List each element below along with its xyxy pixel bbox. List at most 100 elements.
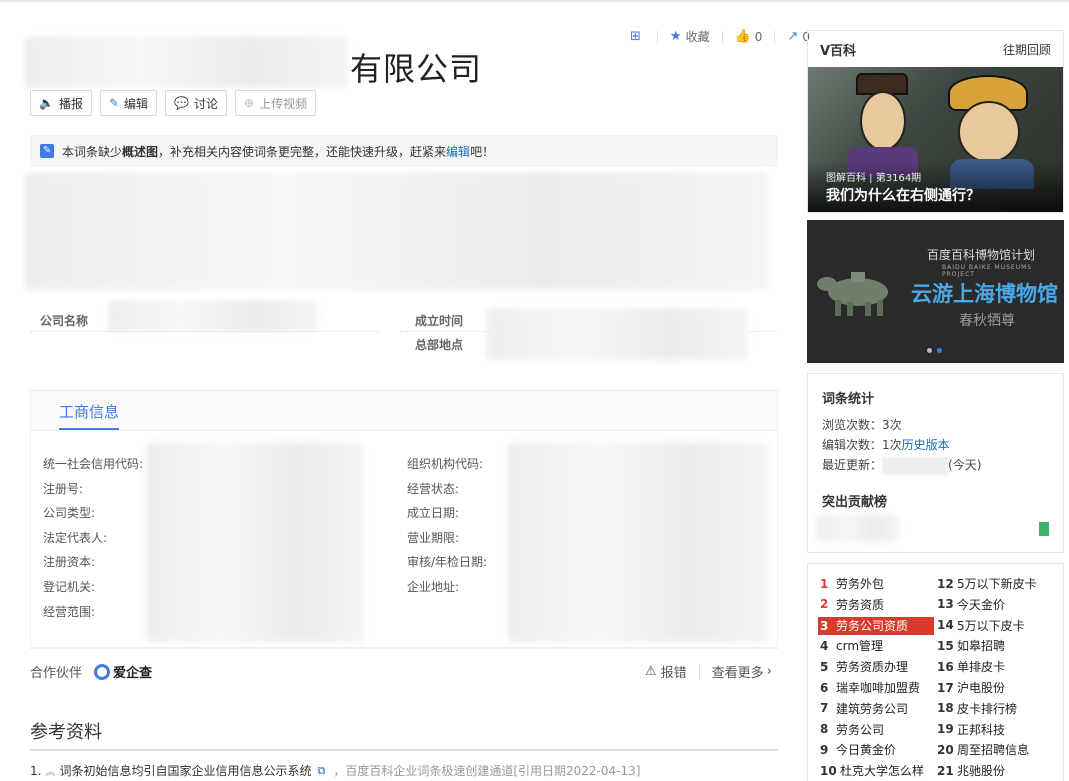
report-more-row: ⚠ 报错 查看更多 › [645, 662, 772, 681]
hot-rank-number: 14 [937, 618, 954, 633]
chevron-right-icon: › [766, 664, 772, 679]
carousel-dot-active[interactable] [937, 348, 942, 353]
hot-search-item[interactable]: 21 兆驰股份 [937, 762, 1005, 779]
upload-video-label: 上传视频 [259, 96, 308, 111]
edit-pen-icon: ✎ [40, 144, 54, 158]
collect-button[interactable]: ★ 收藏 [670, 28, 710, 45]
carousel-dot[interactable] [927, 348, 932, 353]
blurred-contributor [816, 514, 900, 542]
discuss-button[interactable]: 💬 讨论 [165, 90, 228, 116]
hot-search-item[interactable]: 15 如皋招聘 [937, 637, 1005, 654]
hot-search-term: 正邦科技 [957, 722, 1006, 737]
biz-left-label: 登记机关: [43, 580, 96, 594]
hot-search-item[interactable]: 14 5万以下皮卡 [937, 617, 1025, 634]
chevron-up-icon[interactable]: ︽ [45, 763, 55, 778]
entry-actions: ⊞ ★ 收藏 👍 0 ↗ 0 [630, 28, 822, 45]
hot-search-item[interactable]: 16 单排皮卡 [937, 658, 1005, 675]
vbaike-panel: V百科 往期回顾 图解百科 | 第3164期 我们为什么在右侧通行？ [807, 30, 1064, 213]
like-button[interactable]: 👍 0 [735, 29, 763, 44]
vbaike-issue-label: 图解百科 | 第3164期 [826, 173, 922, 184]
stats-title: 词条统计 [822, 392, 875, 407]
bookmark-icon[interactable] [1039, 522, 1049, 536]
discuss-label: 讨论 [194, 96, 219, 111]
aiqicha-logo[interactable]: 爱企查 [94, 662, 152, 681]
hot-search-term: 5万以下皮卡 [957, 618, 1025, 633]
hot-search-item[interactable]: 3 劳务公司资质 [818, 616, 934, 635]
hot-search-item[interactable]: 2 劳务资质 [820, 596, 884, 613]
vbaike-video-thumbnail[interactable]: 图解百科 | 第3164期 我们为什么在右侧通行？ [808, 67, 1063, 212]
divider [698, 664, 700, 679]
hot-rank-number: 16 [937, 659, 954, 674]
history-versions-link[interactable]: 历史版本 [902, 438, 950, 452]
hot-search-item[interactable]: 10 杜克大学怎么样 [820, 762, 924, 779]
character-left [860, 91, 906, 151]
hot-search-term: 劳务公司资质 [836, 619, 909, 634]
hq-label: 总部地点 [415, 338, 464, 352]
hot-search-item[interactable]: 5 劳务资质办理 [820, 658, 908, 675]
hot-rank-number: 1 [820, 576, 829, 591]
divider [656, 30, 658, 43]
museum-title: 云游上海博物馆 [911, 282, 1058, 306]
hot-search-item[interactable]: 12 5万以下新皮卡 [937, 575, 1037, 592]
hot-search-item[interactable]: 13 今天金价 [937, 596, 1005, 613]
notice-text-pre: 本词条缺少 [62, 144, 123, 159]
notice-edit-link[interactable]: 编辑 [446, 143, 470, 160]
biz-right-label: 营业期限: [407, 530, 460, 545]
museum-banner[interactable]: 百度百科博物馆计划 BAIDU BAIKE MUSEUMS PROJECT 云游… [807, 220, 1064, 363]
external-link-icon[interactable]: ⧉ [317, 764, 325, 778]
hot-rank-number: 13 [937, 597, 954, 612]
play-button[interactable]: 🔈 播报 [30, 90, 92, 116]
entry-stats-panel: 词条统计 浏览次数：3次 编辑次数：1次历史版本 最近更新： (今天) 突出贡献榜 [807, 373, 1064, 553]
views-label: 浏览次数： [822, 418, 883, 432]
view-more-link[interactable]: 查看更多 [712, 662, 764, 681]
add-button[interactable]: ⊞ [630, 29, 645, 44]
hot-search-item[interactable]: 18 皮卡排行榜 [937, 700, 1017, 717]
speaker-icon: 🔈 [39, 96, 54, 110]
hot-rank-number: 5 [820, 659, 829, 674]
blurred-basic-values [486, 308, 748, 360]
hot-search-term: 周至招聘信息 [957, 743, 1030, 758]
upload-video-button[interactable]: ⊕ 上传视频 [235, 90, 317, 116]
hot-rank-number: 2 [820, 597, 829, 612]
reference-item: 1. ︽ 词条初始信息均引自国家企业信用信息公示系统 ⧉ ，百度百科企业词条极速… [30, 762, 640, 779]
star-icon: ★ [669, 29, 682, 44]
bronze-ox-image [817, 272, 888, 316]
biz-right-label: 成立日期: [407, 506, 460, 521]
biz-right-label: 组织机构代码: [407, 457, 484, 471]
biz-left-label: 法定代表人: [43, 530, 108, 545]
biz-right-label: 经营状态: [407, 481, 460, 496]
hot-rank-number: 10 [820, 763, 837, 778]
hot-search-item[interactable]: 7 建筑劳务公司 [820, 700, 908, 717]
vbaike-title: V百科 [820, 43, 857, 59]
hot-search-item[interactable]: 8 劳务公司 [820, 721, 884, 738]
hot-search-item[interactable]: 20 周至招聘信息 [937, 741, 1029, 758]
divider [30, 648, 778, 649]
hot-rank-number: 12 [937, 576, 954, 591]
hot-search-panel: 1 劳务外包 2 劳务资质 3 劳务公司资质 4 crm管理 5 劳务资质办理 6 瑞幸咖啡加盟费 7 建… [807, 563, 1064, 781]
hot-search-term: 沪电股份 [957, 681, 1006, 695]
vbaike-archive-link[interactable]: 往期回顾 [1003, 41, 1051, 58]
hot-rank-number: 19 [937, 722, 954, 737]
share-icon: ↗ [787, 29, 799, 44]
hot-search-item[interactable]: 9 今日黄金价 [820, 741, 896, 758]
plus-circle-icon: ⊕ [244, 96, 255, 110]
hot-search-item[interactable]: 6 瑞幸咖啡加盟费 [820, 679, 920, 696]
blurred-update-time [882, 456, 949, 475]
hot-search-item[interactable]: 4 crm管理 [820, 637, 883, 654]
report-button[interactable]: 报错 [661, 662, 687, 681]
biz-left-label: 公司类型: [43, 506, 96, 521]
dotted-divider [30, 331, 380, 332]
references-divider [30, 749, 778, 751]
reference-link[interactable]: 词条初始信息均引自国家企业信用信息公示系统 [59, 762, 311, 779]
page-title: 有限公司 [350, 50, 483, 88]
notice-text-bold: 概述图 [122, 144, 159, 159]
company-name-label: 公司名称 [40, 314, 89, 328]
tab-business-info[interactable]: 工商信息 [59, 401, 120, 430]
hot-search-term: 劳务外包 [836, 577, 885, 591]
like-count: 0 [754, 29, 763, 44]
hot-search-item[interactable]: 1 劳务外包 [820, 575, 884, 592]
hot-search-item[interactable]: 19 正邦科技 [937, 721, 1005, 738]
hot-search-item[interactable]: 17 沪电股份 [937, 679, 1005, 696]
divider [721, 30, 723, 43]
edit-button[interactable]: ✎ 编辑 [99, 90, 158, 116]
